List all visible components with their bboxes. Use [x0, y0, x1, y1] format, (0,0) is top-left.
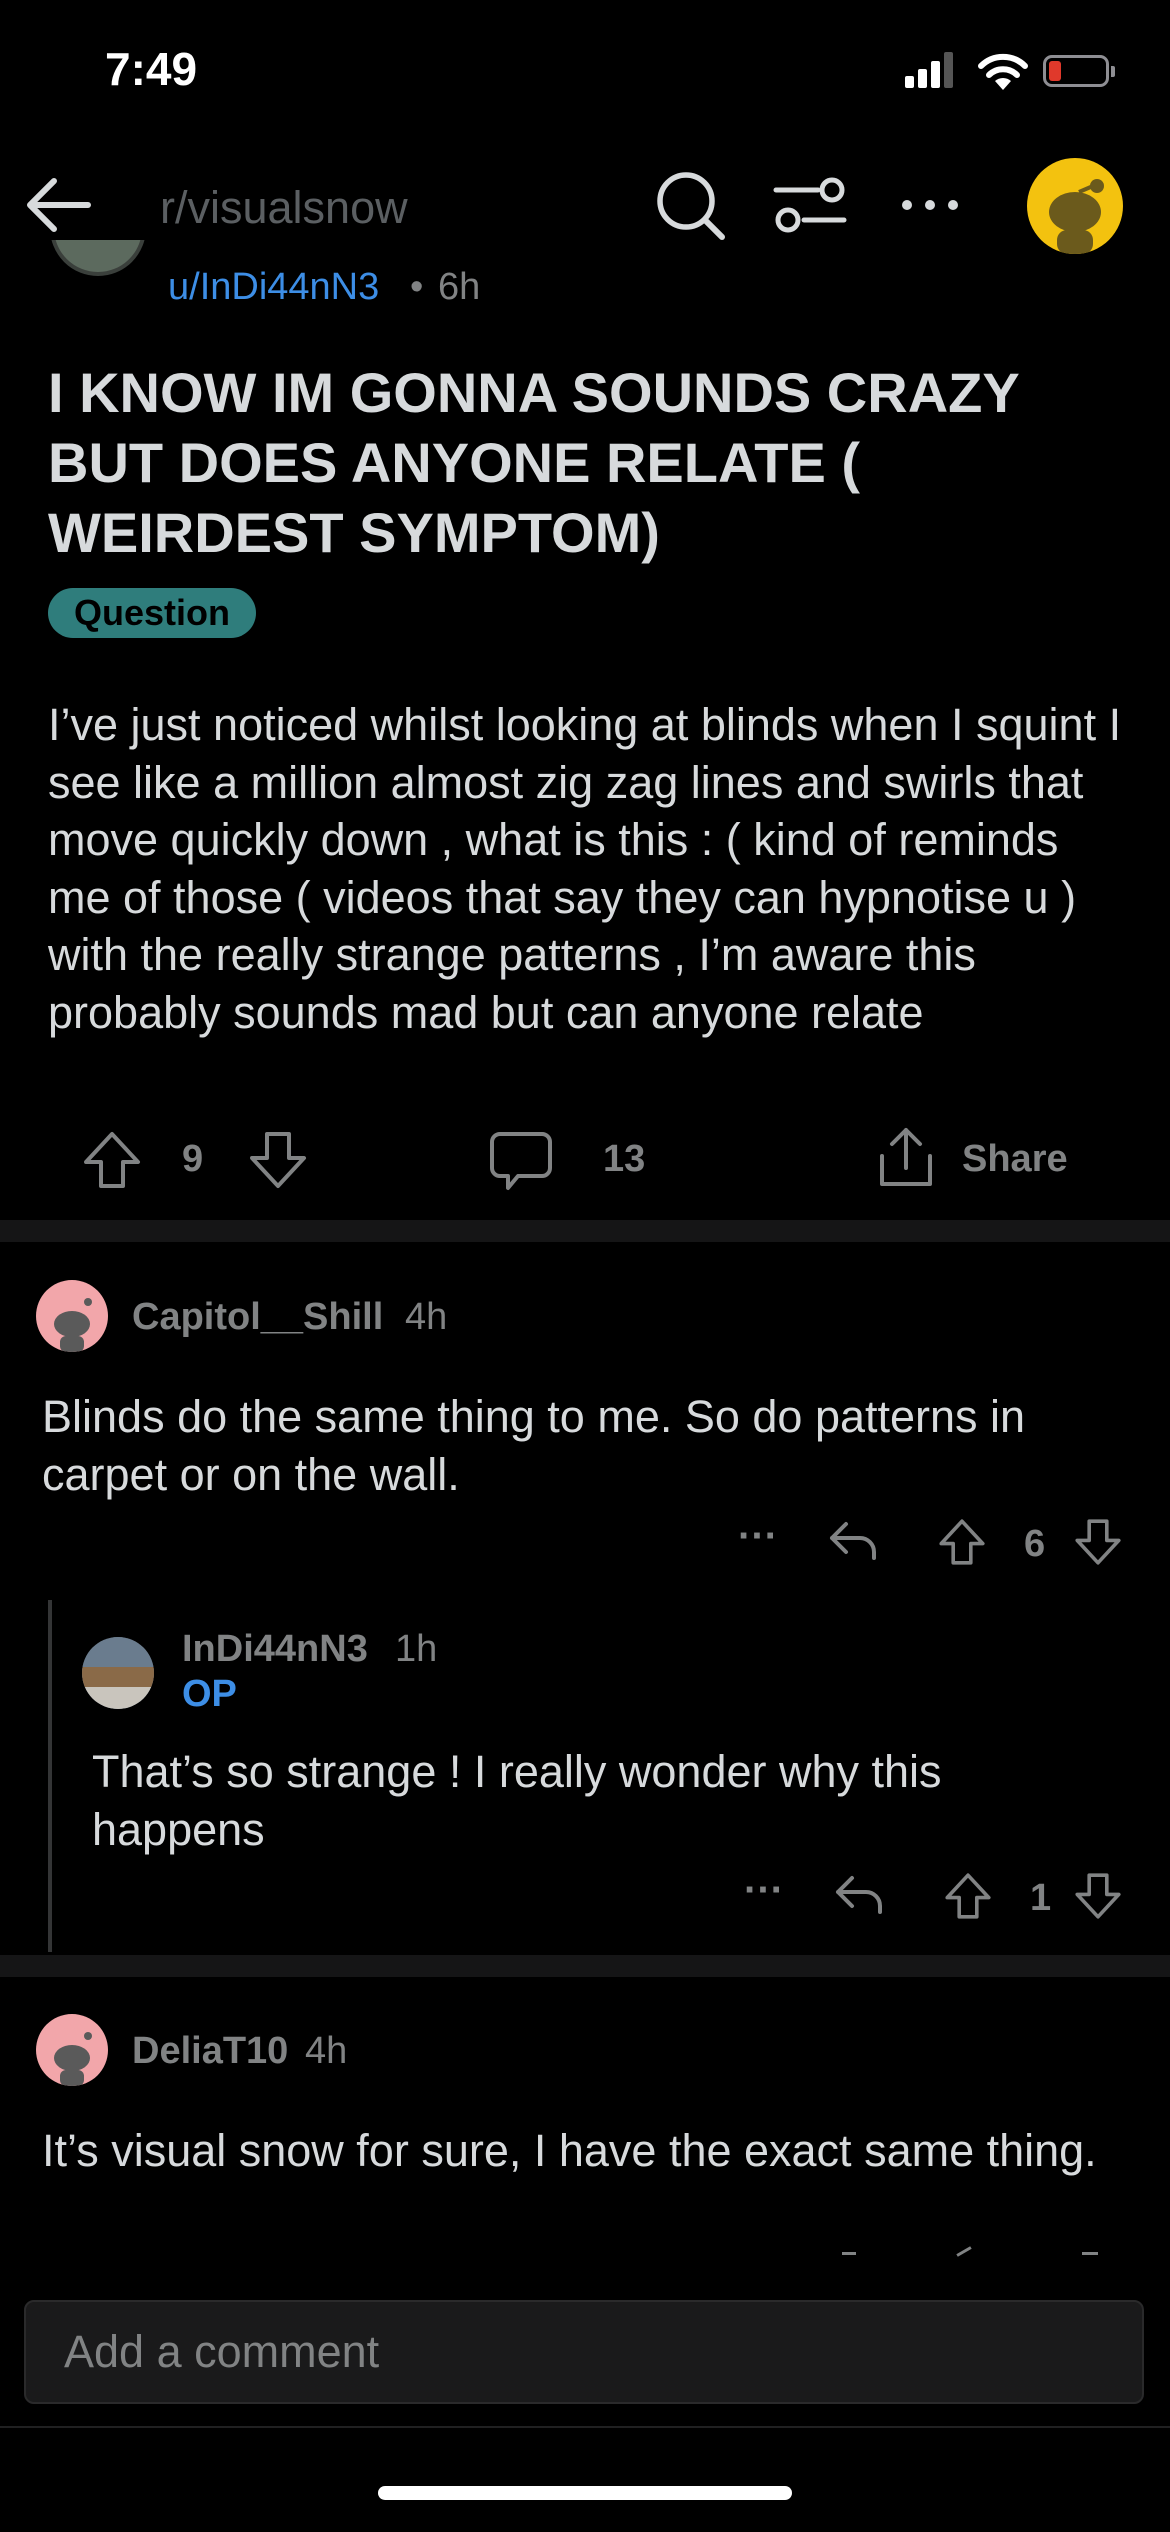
signal-icon [905, 52, 955, 88]
downvote-icon[interactable] [248, 1130, 308, 1190]
bottom-divider [0, 2426, 1170, 2428]
post-score: 9 [182, 1138, 204, 1180]
upvote-icon[interactable] [944, 1872, 992, 1920]
wifi-icon [978, 53, 1028, 90]
comment-score: 6 [1024, 1523, 1046, 1565]
comment-author[interactable]: Capitol__Shill [132, 1296, 383, 1339]
post-title: I KNOW IM GONNA SOUNDS CRAZY BUT DOES AN… [48, 361, 1019, 564]
post-body: I’ve just noticed whilst looking at blin… [48, 699, 1122, 1038]
comment-avatar[interactable] [36, 1280, 108, 1352]
home-indicator[interactable] [378, 2486, 792, 2500]
section-divider [0, 1955, 1170, 1977]
reply-icon[interactable] [828, 1518, 878, 1562]
post-author[interactable]: u/InDi44nN3 [168, 266, 379, 309]
comment-body: That’s so strange ! I really wonder why … [92, 1746, 942, 1855]
comment-time: 1h [395, 1628, 438, 1670]
subreddit-name[interactable]: r/visualsnow [160, 182, 408, 234]
comment-avatar[interactable] [36, 2014, 108, 2086]
share-icon[interactable] [876, 1126, 936, 1190]
reply-icon[interactable] [834, 1872, 884, 1916]
post-flair[interactable]: Question [48, 588, 257, 638]
comment-actions-partial [820, 2244, 1120, 2260]
back-arrow-icon[interactable] [20, 165, 100, 245]
search-icon[interactable] [650, 165, 730, 245]
comment-author[interactable]: DeliaT10 [132, 2030, 288, 2073]
more-options-icon[interactable]: ··· [744, 1868, 784, 1913]
downvote-icon[interactable] [1074, 1518, 1122, 1566]
comment-body: Blinds do the same thing to me. So do pa… [42, 1391, 1026, 1500]
comment-time: 4h [305, 2030, 348, 2072]
more-options-icon[interactable]: ··· [738, 1514, 778, 1559]
comment-avatar[interactable] [82, 1637, 154, 1709]
upvote-icon[interactable] [82, 1130, 142, 1190]
user-avatar[interactable] [1027, 158, 1123, 254]
upvote-icon[interactable] [938, 1518, 986, 1566]
section-divider [0, 1220, 1170, 1242]
thread-line[interactable] [48, 1600, 52, 1952]
share-button[interactable]: Share [962, 1138, 1068, 1181]
add-comment-input[interactable] [24, 2300, 1144, 2404]
post-author-avatar[interactable] [50, 240, 146, 312]
comment-time: 4h [405, 1296, 448, 1338]
op-badge: OP [182, 1673, 237, 1715]
post-comment-count[interactable]: 13 [603, 1138, 645, 1181]
comment-body: It’s visual snow for sure, I have the ex… [42, 2125, 1097, 2176]
status-time: 7:49 [105, 43, 198, 95]
post-time: 6h [438, 266, 481, 308]
comment-icon[interactable] [490, 1130, 552, 1192]
comment-author[interactable]: InDi44nN3 [182, 1628, 368, 1671]
battery-icon [1043, 55, 1115, 87]
comment-score: 1 [1030, 1877, 1052, 1919]
meta-separator: • [410, 266, 424, 308]
more-icon[interactable] [895, 165, 965, 245]
downvote-icon[interactable] [1074, 1872, 1122, 1920]
filter-icon[interactable] [770, 170, 850, 240]
